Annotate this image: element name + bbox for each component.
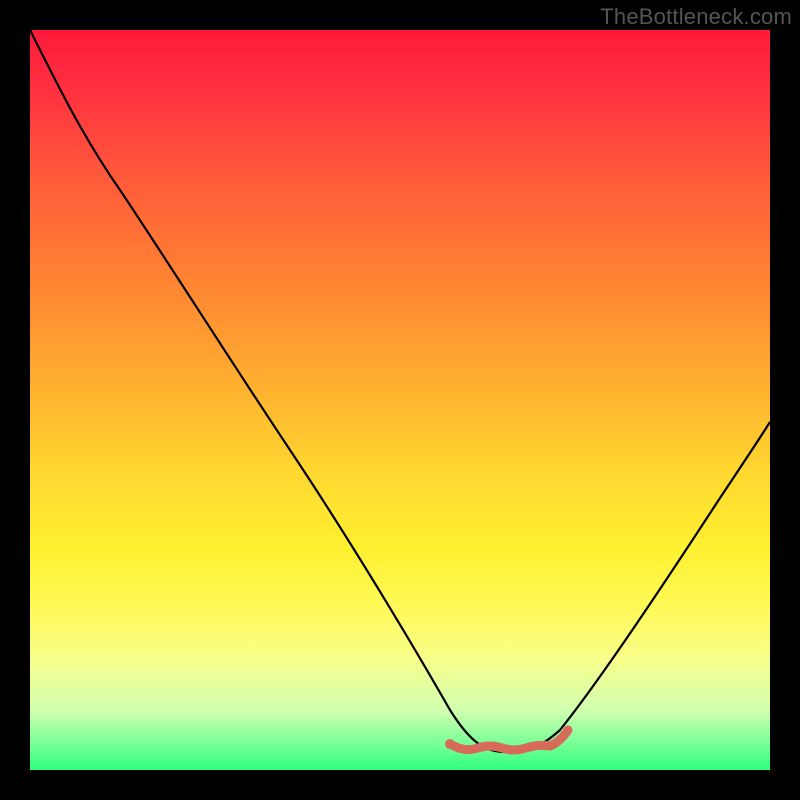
watermark-label: TheBottleneck.com (600, 4, 792, 30)
chart-frame: TheBottleneck.com (0, 0, 800, 800)
optimal-range-marker (30, 30, 770, 770)
plot-area (30, 30, 770, 770)
